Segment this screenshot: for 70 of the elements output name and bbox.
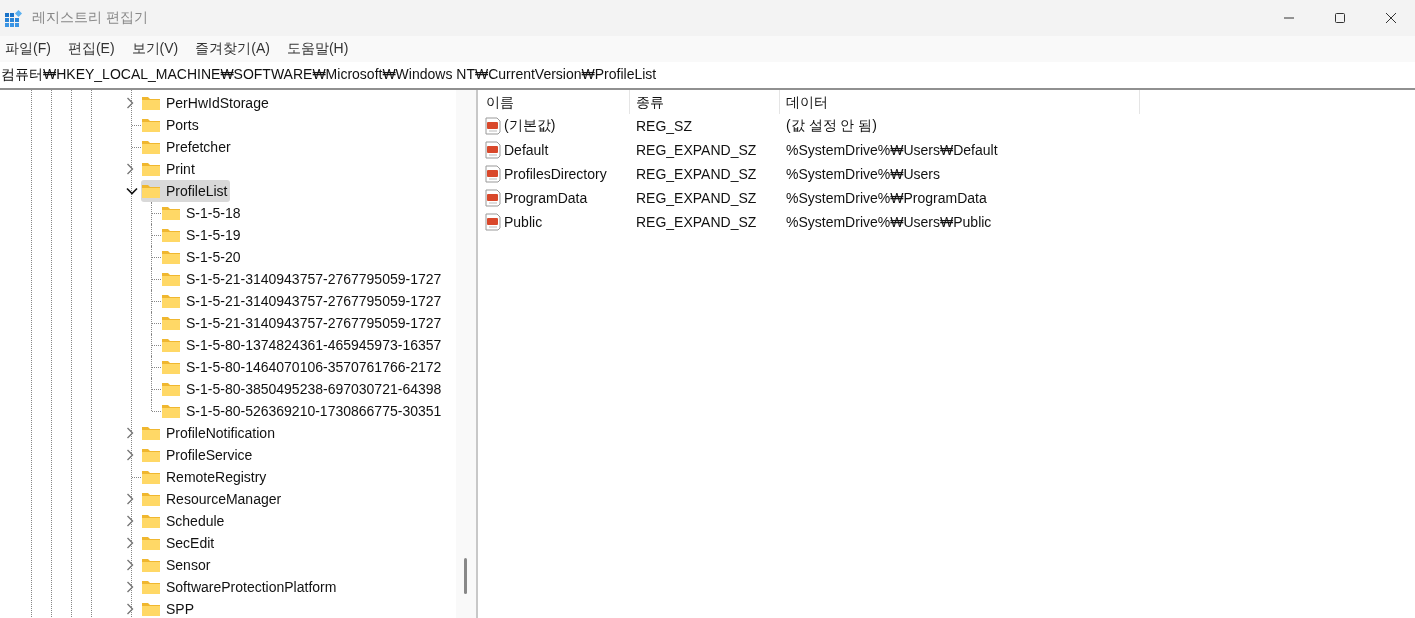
chevron-right-icon[interactable] [126, 515, 134, 527]
chevron-right-icon[interactable] [126, 449, 134, 461]
string-value-icon [484, 165, 502, 183]
column-header[interactable]: 이름 [480, 90, 630, 114]
folder-icon [141, 469, 161, 485]
window-title: 레지스트리 편집기 [32, 9, 148, 27]
value-data: %SystemDrive%₩Users₩Default [785, 142, 998, 158]
folder-icon [161, 315, 181, 331]
value-data: (값 설정 안 됨) [785, 117, 877, 135]
folder-icon [141, 161, 161, 177]
folder-icon [161, 403, 181, 419]
value-name: (기본값) [504, 117, 556, 135]
value-data: %SystemDrive%₩Users₩Public [785, 214, 992, 230]
value-type: REG_SZ [635, 118, 693, 134]
folder-icon [141, 491, 161, 507]
registry-editor-icon [4, 8, 24, 28]
chevron-down-icon[interactable] [126, 187, 138, 195]
scrollbar[interactable] [456, 90, 476, 618]
folder-icon [141, 535, 161, 551]
folder-icon [161, 337, 181, 353]
string-value-icon [484, 213, 502, 231]
chevron-right-icon[interactable] [126, 581, 134, 593]
folder-icon [141, 557, 161, 573]
folder-icon [141, 579, 161, 595]
folder-icon [141, 139, 161, 155]
string-value-icon [484, 117, 502, 135]
folder-icon [161, 293, 181, 309]
value-type: REG_EXPAND_SZ [635, 166, 758, 182]
tree-item[interactable]: ProfileList [141, 180, 231, 202]
chevron-right-icon[interactable] [126, 603, 134, 615]
string-value-icon [484, 141, 502, 159]
value-data: %SystemDrive%₩ProgramData [785, 190, 987, 206]
folder-icon [161, 205, 181, 221]
value-name: Public [504, 214, 543, 230]
chevron-right-icon[interactable] [126, 427, 134, 439]
menu-item[interactable]: 편집(E) [62, 40, 115, 58]
maximize-icon [1334, 12, 1346, 24]
folder-icon [141, 95, 161, 111]
chevron-right-icon[interactable] [126, 537, 134, 549]
value-name: ProgramData [504, 190, 588, 206]
column-header[interactable]: 데이터 [780, 90, 1140, 114]
menu-item[interactable]: 즐겨찾기(A) [190, 40, 270, 58]
value-type: REG_EXPAND_SZ [635, 190, 758, 206]
folder-icon [141, 513, 161, 529]
menu-item[interactable]: 도움말(H) [281, 40, 349, 58]
value-name: Default [504, 142, 549, 158]
folder-icon [141, 425, 161, 441]
value-type: REG_EXPAND_SZ [635, 214, 758, 230]
menu-item[interactable]: 파일(F) [0, 40, 51, 58]
chevron-right-icon[interactable] [126, 493, 134, 505]
value-type: REG_EXPAND_SZ [635, 142, 758, 158]
folder-icon [141, 183, 161, 199]
chevron-right-icon[interactable] [126, 163, 134, 175]
menu-item[interactable]: 보기(V) [126, 40, 179, 58]
address-path[interactable]: 컴퓨터₩HKEY_LOCAL_MACHINE₩SOFTWARE₩Microsoft₩Windows NT₩CurrentVersion₩ProfileList [0, 66, 657, 84]
folder-icon [161, 227, 181, 243]
value-data: %SystemDrive%₩Users [785, 166, 940, 182]
folder-icon [141, 447, 161, 463]
string-value-icon [484, 189, 502, 207]
folder-icon [141, 601, 161, 617]
folder-icon [161, 359, 181, 375]
folder-icon [161, 381, 181, 397]
folder-icon [161, 271, 181, 287]
folder-icon [141, 117, 161, 133]
column-header[interactable]: 종류 [630, 90, 780, 114]
chevron-right-icon[interactable] [126, 97, 134, 109]
close-icon [1385, 12, 1397, 24]
chevron-right-icon[interactable] [126, 559, 134, 571]
folder-icon [161, 249, 181, 265]
value-name: ProfilesDirectory [504, 166, 607, 182]
